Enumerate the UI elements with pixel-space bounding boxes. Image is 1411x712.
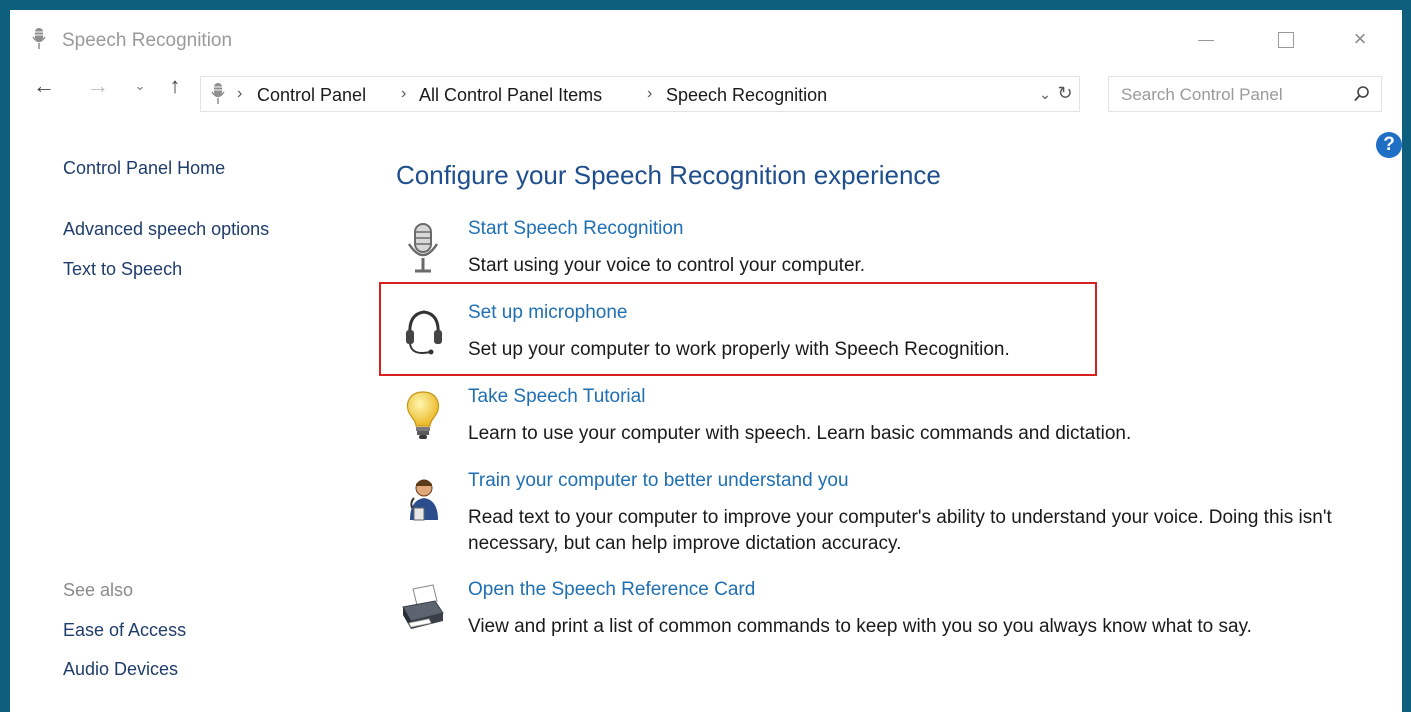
address-bar[interactable]: › Control Panel › All Control Panel Item… bbox=[200, 76, 1080, 112]
take-speech-tutorial-link[interactable]: Take Speech Tutorial bbox=[468, 386, 645, 408]
back-arrow-icon: ← bbox=[33, 73, 55, 98]
set-up-microphone-link[interactable]: Set up microphone bbox=[468, 302, 628, 324]
see-also-heading: See also bbox=[63, 580, 134, 600]
search-input[interactable] bbox=[1121, 83, 1341, 107]
breadcrumb-speech-recognition[interactable]: Speech Recognition bbox=[666, 85, 827, 106]
search-box[interactable] bbox=[1108, 76, 1382, 112]
recent-locations-button[interactable]: ⌄ bbox=[128, 74, 152, 98]
microphone-icon bbox=[32, 28, 46, 49]
task-description: Start using your voice to control your c… bbox=[468, 255, 866, 276]
task-description: Learn to use your computer with speech. … bbox=[468, 423, 1132, 444]
task-description: View and print a list of common commands… bbox=[468, 616, 1252, 637]
up-button[interactable]: ↑ bbox=[163, 74, 187, 98]
forward-arrow-icon: → bbox=[87, 73, 109, 98]
navigation-bar: ← → ⌄ ↑ › Control Panel › All Control Pa… bbox=[10, 62, 1402, 112]
chevron-down-icon: ⌄ bbox=[134, 78, 146, 93]
search-icon[interactable] bbox=[1353, 85, 1371, 103]
text-to-speech-link[interactable]: Text to Speech bbox=[63, 259, 182, 280]
forward-button[interactable]: → bbox=[86, 74, 110, 98]
title-bar: Speech Recognition × bbox=[10, 10, 1402, 62]
control-panel-window: Speech Recognition × ← → ⌄ ↑ › Control P… bbox=[0, 0, 1411, 712]
breadcrumb-all-items[interactable]: All Control Panel Items bbox=[419, 85, 602, 106]
speech-reference-card-link[interactable]: Open the Speech Reference Card bbox=[468, 579, 755, 601]
help-icon[interactable]: ? bbox=[1376, 132, 1402, 158]
headset-icon bbox=[406, 310, 442, 355]
close-icon: × bbox=[1353, 26, 1367, 51]
lightbulb-icon bbox=[406, 391, 440, 439]
maximize-button[interactable] bbox=[1266, 24, 1306, 54]
minimize-button[interactable] bbox=[1186, 24, 1226, 54]
train-computer-link[interactable]: Train your computer to better understand… bbox=[468, 470, 849, 492]
control-panel-home-link[interactable]: Control Panel Home bbox=[63, 158, 225, 179]
page-title: Configure your Speech Recognition experi… bbox=[396, 160, 941, 190]
breadcrumb-separator[interactable]: › bbox=[647, 85, 652, 103]
breadcrumb-separator[interactable]: › bbox=[401, 85, 406, 103]
address-dropdown-icon[interactable]: ⌄ bbox=[1039, 86, 1051, 103]
breadcrumb-control-panel[interactable]: Control Panel bbox=[257, 85, 366, 106]
user-train-icon bbox=[410, 479, 438, 521]
microphone-icon bbox=[211, 83, 225, 104]
maximize-icon bbox=[1278, 32, 1294, 49]
start-speech-recognition-link[interactable]: Start Speech Recognition bbox=[468, 218, 683, 240]
minimize-icon bbox=[1198, 39, 1214, 41]
breadcrumb-separator[interactable]: › bbox=[237, 85, 242, 103]
back-button[interactable]: ← bbox=[32, 74, 56, 98]
audio-devices-link[interactable]: Audio Devices bbox=[63, 659, 178, 680]
up-arrow-icon: ↑ bbox=[169, 73, 181, 98]
task-description: Set up your computer to work properly wi… bbox=[468, 339, 1010, 360]
window-title: Speech Recognition bbox=[62, 30, 233, 51]
microphone-icon bbox=[407, 223, 439, 273]
refresh-icon[interactable]: ↻ bbox=[1055, 83, 1075, 104]
close-button[interactable]: × bbox=[1340, 24, 1380, 54]
printer-icon bbox=[402, 584, 444, 629]
advanced-speech-options-link[interactable]: Advanced speech options bbox=[63, 219, 269, 240]
task-description: Read text to your computer to improve yo… bbox=[468, 507, 1332, 554]
ease-of-access-link[interactable]: Ease of Access bbox=[63, 620, 186, 641]
